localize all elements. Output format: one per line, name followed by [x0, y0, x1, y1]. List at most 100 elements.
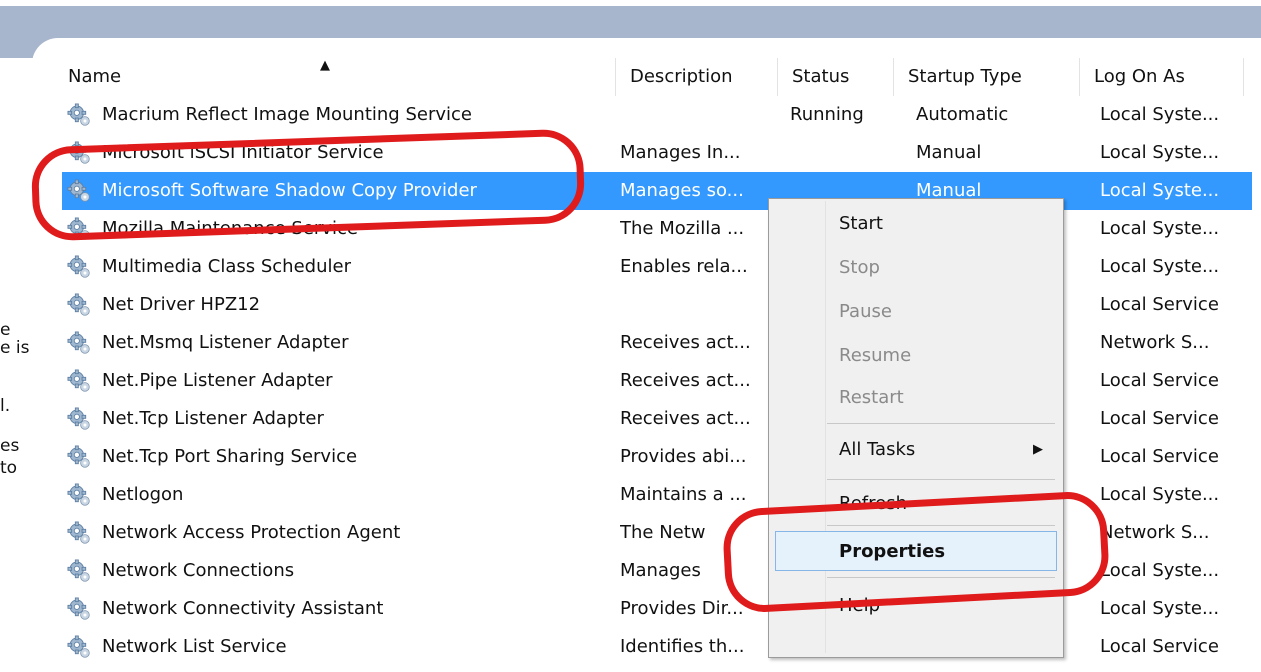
column-header-description[interactable]: Description — [616, 58, 778, 96]
table-row[interactable]: Net.Pipe Listener Adapter Receives act...… — [62, 362, 1252, 400]
cell-description: The Netw — [620, 522, 706, 543]
table-row[interactable]: Network Connections Manages Local Syste... — [62, 552, 1252, 590]
cell-name: Netlogon — [102, 484, 184, 505]
table-row[interactable]: Multimedia Class Scheduler Enables rela..… — [62, 248, 1252, 286]
service-gear-icon — [66, 140, 92, 166]
menu-item-resume-label: Resume — [839, 345, 912, 366]
menu-separator — [827, 423, 1055, 424]
cell-description: Manages In... — [620, 142, 741, 163]
cell-description: Identifies th... — [620, 636, 745, 657]
cell-log-on_as: Local Service — [1100, 370, 1219, 391]
sort-ascending-icon: ▲ — [320, 58, 330, 73]
cell-log-on_as: Network S... — [1100, 332, 1210, 353]
menu-item-refresh[interactable]: Refresh — [769, 483, 1063, 525]
cell-description: Provides Dir... — [620, 598, 744, 619]
menu-item-start-label: Start — [839, 213, 883, 234]
cell-name: Net.Pipe Listener Adapter — [102, 370, 333, 391]
menu-item-stop[interactable]: Stop — [769, 247, 1063, 289]
window-header — [0, 0, 1261, 72]
cell-name: Microsoft Software Shadow Copy Provider — [102, 180, 477, 201]
table-row[interactable]: Net.Msmq Listener Adapter Receives act...… — [62, 324, 1252, 362]
menu-item-start[interactable]: Start — [769, 203, 1063, 245]
cell-name: Mozilla Maintenance Service — [102, 218, 358, 239]
menu-item-help[interactable]: Help — [769, 585, 1063, 627]
cell-log-on_as: Local Syste... — [1100, 598, 1220, 619]
service-gear-icon — [66, 178, 92, 204]
menu-item-restart[interactable]: Restart — [769, 377, 1063, 419]
service-gear-icon — [66, 444, 92, 470]
service-gear-icon — [66, 254, 92, 280]
menu-item-pause-label: Pause — [839, 301, 892, 322]
table-row[interactable]: Network Access Protection Agent The Netw N… — [62, 514, 1252, 552]
menu-item-all-tasks[interactable]: All Tasks ▶ — [769, 429, 1063, 471]
cell-log-on_as: Local Syste... — [1100, 142, 1220, 163]
description-fragment: to — [0, 458, 18, 478]
menu-separator — [827, 479, 1055, 480]
table-row[interactable]: Macrium Reflect Image Mounting Service Ru… — [62, 96, 1252, 134]
cell-log-on_as: Local Service — [1100, 446, 1219, 467]
menu-item-all-tasks-label: All Tasks — [839, 439, 916, 460]
column-header-startup-type-label: Startup Type — [908, 66, 1022, 87]
cell-description: Enables rela... — [620, 256, 748, 277]
description-fragment: l. — [0, 396, 11, 416]
service-gear-icon — [66, 406, 92, 432]
column-header-name[interactable]: Name ▲ — [54, 58, 616, 96]
service-gear-icon — [66, 330, 92, 356]
cell-log-on_as: Local Syste... — [1100, 180, 1220, 201]
menu-item-resume[interactable]: Resume — [769, 335, 1063, 377]
cell-description: Manages — [620, 560, 701, 581]
description-fragment: e is — [0, 338, 30, 358]
cell-log-on_as: Local Syste... — [1100, 218, 1220, 239]
cell-description: The Mozilla ... — [620, 218, 745, 239]
table-row[interactable]: Network List ServiceIdentifies th...Runn… — [62, 628, 1252, 666]
table-row[interactable]: Netlogon Maintains a ... Local Syste... — [62, 476, 1252, 514]
cell-name: Network Connections — [102, 560, 295, 581]
service-gear-icon — [66, 368, 92, 394]
cell-status — [790, 134, 900, 172]
cell-description: Receives act... — [620, 370, 751, 391]
cell-name: Multimedia Class Scheduler — [102, 256, 351, 277]
table-row[interactable]: Mozilla Maintenance Service The Mozilla .… — [62, 210, 1252, 248]
cell-name: Net.Tcp Port Sharing Service — [102, 446, 358, 467]
menu-item-properties[interactable]: Properties — [769, 531, 1063, 573]
menu-item-properties-label: Properties — [839, 541, 946, 562]
cell-log-on_as: Local Syste... — [1100, 484, 1220, 505]
column-header-log-on-as-label: Log On As — [1094, 66, 1185, 87]
cell-name: Net Driver HPZ12 — [102, 294, 261, 315]
service-gear-icon — [66, 558, 92, 584]
cell-status: Running — [790, 104, 864, 125]
table-row[interactable]: Net.Tcp Port Sharing Service Provides abi… — [62, 438, 1252, 476]
cell-description: Manages so... — [620, 180, 744, 201]
submenu-arrow-icon: ▶ — [1033, 442, 1043, 457]
service-gear-icon — [66, 102, 92, 128]
menu-item-pause[interactable]: Pause — [769, 291, 1063, 333]
service-gear-icon — [66, 216, 92, 242]
cell-description — [620, 286, 770, 324]
cell-name: Net.Tcp Listener Adapter — [102, 408, 324, 429]
table-row[interactable]: Microsoft Software Shadow Copy Provider M… — [62, 172, 1252, 210]
context-menu: Start Stop Pause Resume Restart All Task… — [768, 198, 1064, 658]
menu-separator — [827, 577, 1055, 578]
description-fragment: es — [0, 436, 20, 456]
table-row[interactable]: Microsoft iSCSI Initiator Service Manages… — [62, 134, 1252, 172]
cell-description: Maintains a ... — [620, 484, 747, 505]
cell-log-on_as: Local Syste... — [1100, 256, 1220, 277]
service-gear-icon — [66, 482, 92, 508]
table-row[interactable]: Net Driver HPZ12 Local Service — [62, 286, 1252, 324]
column-header-startup-type[interactable]: Startup Type — [894, 58, 1080, 96]
cell-name: Microsoft iSCSI Initiator Service — [102, 142, 384, 163]
table-row[interactable]: Net.Tcp Listener Adapter Receives act... L… — [62, 400, 1252, 438]
cell-startup-type: Automatic — [916, 104, 1009, 125]
service-gear-icon — [66, 596, 92, 622]
column-header-description-label: Description — [630, 66, 733, 87]
cell-name: Network List Service — [102, 636, 287, 657]
cell-description: Receives act... — [620, 332, 751, 353]
column-header-log-on-as[interactable]: Log On As — [1080, 58, 1244, 96]
column-header-status[interactable]: Status — [778, 58, 894, 96]
description-pane: e e is l. es to — [0, 58, 50, 672]
cell-log-on_as: Local Syste... — [1100, 104, 1220, 125]
cell-name: Macrium Reflect Image Mounting Service — [102, 104, 472, 125]
menu-item-refresh-label: Refresh — [839, 493, 907, 514]
table-row[interactable]: Network Connectivity Assistant Provides D… — [62, 590, 1252, 628]
menu-item-help-label: Help — [839, 595, 881, 616]
